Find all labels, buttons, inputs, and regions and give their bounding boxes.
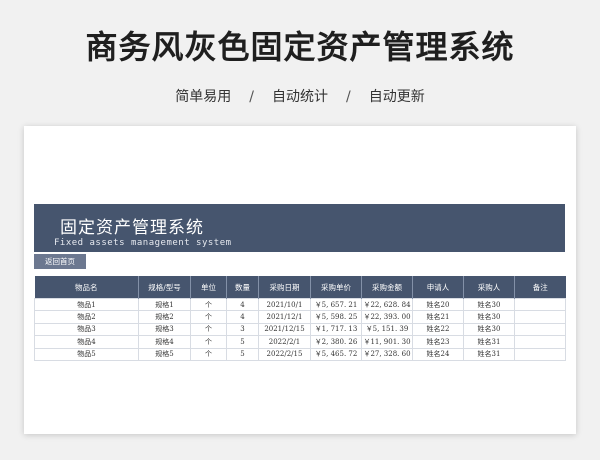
table-cell[interactable]: 姓名23 [412,335,464,349]
table-cell[interactable]: 物品4 [34,335,139,349]
table-cell[interactable]: 规格4 [138,335,191,349]
table-cell[interactable]: 姓名31 [463,347,515,361]
table-cell[interactable]: 物品2 [34,310,139,324]
table-row: 物品2 规格2 个 4 2021/12/1 ￥5, 598. 25 ￥22, 393. 00… [34,310,566,324]
table-cell[interactable]: 4 [226,310,259,324]
column-header: 单位 [190,276,227,299]
column-header: 采购人 [463,276,515,299]
table-cell[interactable]: 姓名21 [412,310,464,324]
table-cell[interactable]: ￥5, 151. 39 [361,322,413,337]
table-cell[interactable]: 个 [190,335,227,349]
tagline-separator: / [346,89,351,105]
table-cell[interactable]: 规格5 [138,347,191,361]
column-header: 数量 [226,276,259,299]
column-header: 申请人 [412,276,464,299]
tagline-item-easy: 简单易用 [175,89,232,105]
banner-subtitle: Fixed assets management system [54,238,232,248]
table-cell[interactable]: ￥5, 598. 25 [310,310,362,324]
table-row: 物品1 规格1 个 4 2021/10/1 ￥5, 657. 21 ￥22, 628. 84… [34,297,566,312]
column-header: 备注 [514,276,566,299]
tagline-separator: / [249,89,254,105]
table-cell[interactable]: 2021/12/15 [258,322,311,337]
table-cell[interactable]: 个 [190,322,227,337]
page-title: 商务风灰色固定资产管理系统 [85,28,515,66]
table-cell[interactable]: 姓名22 [412,322,464,337]
table-cell[interactable]: 姓名20 [412,297,464,312]
table-body: 物品1 规格1 个 4 2021/10/1 ￥5, 657. 21 ￥22, 628. 84… [34,297,566,361]
column-header: 物品名 [34,276,139,299]
table-cell[interactable]: ￥1, 717. 13 [310,322,362,337]
table-cell[interactable]: ￥27, 328. 60 [361,347,413,361]
table-cell[interactable]: 规格2 [138,310,191,324]
table-cell[interactable]: ￥5, 465. 72 [310,347,362,361]
table-cell[interactable] [514,310,566,324]
tagline-item-stats: 自动统计 [272,89,328,105]
table-cell[interactable]: 姓名24 [412,347,464,361]
table-row: 物品5 规格5 个 5 2022/2/15 ￥5, 465. 72 ￥27, 328. 60… [34,347,566,361]
table-cell[interactable]: 5 [226,335,259,349]
back-home-button[interactable]: 返回首页 [34,254,86,269]
table-cell[interactable]: 姓名30 [463,310,515,324]
table-cell[interactable]: 物品1 [34,297,139,312]
table-header-row: 物品名 规格/型号 单位 数量 采购日期 采购单价 采购金额 申请人 采购人 备注 [34,276,566,299]
table-cell[interactable] [514,335,566,349]
table-row: 物品4 规格4 个 5 2022/2/1 ￥2, 380. 26 ￥11, 901. 30 姓… [34,335,566,349]
table-cell[interactable]: 3 [226,322,259,337]
column-header: 规格/型号 [138,276,191,299]
table-cell[interactable]: ￥22, 393. 00 [361,310,413,324]
table-cell[interactable]: 5 [226,347,259,361]
table-cell[interactable]: ￥2, 380. 26 [310,335,362,349]
table-cell[interactable] [514,297,566,312]
table-cell[interactable]: 个 [190,310,227,324]
table-cell[interactable]: ￥22, 628. 84 [361,297,413,312]
table-cell[interactable]: 个 [190,347,227,361]
table-cell[interactable]: 4 [226,297,259,312]
table-cell[interactable]: 姓名30 [463,297,515,312]
column-header: 采购日期 [258,276,311,299]
system-banner: 固定资产管理系统 Fixed assets management system [34,204,565,252]
table-cell[interactable]: 规格3 [138,322,191,337]
column-header: 采购金额 [361,276,413,299]
table-cell[interactable]: 2021/10/1 [258,297,311,312]
table-cell[interactable]: 2022/2/1 [258,335,311,349]
table-cell[interactable] [514,347,566,361]
table-cell[interactable]: 姓名31 [463,335,515,349]
tagline: 简单易用 / 自动统计 / 自动更新 [0,86,600,106]
banner-title: 固定资产管理系统 [60,218,204,238]
table-cell[interactable]: 个 [190,297,227,312]
table-row: 物品3 规格3 个 3 2021/12/15 ￥1, 717. 13 ￥5, 151. 39… [34,322,566,337]
table-cell[interactable]: 姓名30 [463,322,515,337]
table-cell[interactable]: 2022/2/15 [258,347,311,361]
tagline-item-update: 自动更新 [368,89,425,105]
table-cell[interactable]: 物品3 [34,322,139,337]
column-header: 采购单价 [310,276,362,299]
table-cell[interactable] [514,322,566,337]
table-cell[interactable]: ￥5, 657. 21 [310,297,362,312]
table-cell[interactable]: 规格1 [138,297,191,312]
spreadsheet-preview: 固定资产管理系统 Fixed assets management system … [24,126,576,434]
table-cell[interactable]: ￥11, 901. 30 [361,335,413,349]
table-cell[interactable]: 2021/12/1 [258,310,311,324]
assets-table: 物品名 规格/型号 单位 数量 采购日期 采购单价 采购金额 申请人 采购人 备注 物品1 规格1 个… [34,276,566,361]
table-cell[interactable]: 物品5 [34,347,139,361]
